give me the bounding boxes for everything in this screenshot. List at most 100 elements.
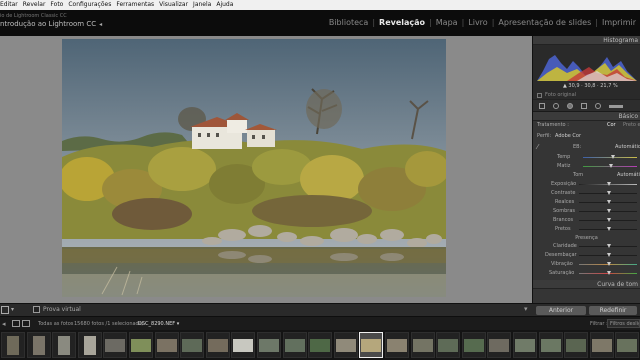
filmstrip-thumbnail[interactable] <box>308 332 332 358</box>
filmstrip-thumbnail[interactable] <box>206 332 230 358</box>
menu-item[interactable]: Configurações <box>68 1 111 8</box>
menu-item[interactable]: Ferramentas <box>116 1 154 8</box>
filmstrip-thumbnail[interactable] <box>462 332 486 358</box>
radial-filter-icon[interactable] <box>595 103 601 109</box>
wb-dropdown[interactable]: Automático <box>615 143 640 152</box>
module-tab[interactable]: Mapa <box>436 18 458 27</box>
clarity-slider-knob[interactable] <box>607 244 611 248</box>
filmstrip-thumbnail[interactable] <box>52 332 76 358</box>
menu-item[interactable]: Editar <box>0 1 18 8</box>
previous-button[interactable]: Anterior <box>536 306 586 315</box>
highlights-slider-knob[interactable] <box>607 200 611 204</box>
module-tab[interactable]: Apresentação de slides <box>498 18 591 27</box>
loupe-view-icon[interactable] <box>1 306 9 314</box>
before-after-icon[interactable]: ▾ <box>11 306 14 313</box>
clarity-slider-row[interactable]: Claridade <box>533 242 640 251</box>
treatment-color-option[interactable]: Cor <box>607 121 616 130</box>
clarity-label: Claridade <box>553 243 577 249</box>
filmstrip-thumbnail[interactable] <box>590 332 614 358</box>
filmstrip-thumbnail[interactable] <box>411 332 435 358</box>
menu-item[interactable]: Revelar <box>23 1 46 8</box>
filmstrip-thumbnail[interactable] <box>359 332 383 358</box>
secondary-window-icon[interactable]: ◂ <box>2 320 6 328</box>
exposure-slider-knob[interactable] <box>607 182 611 186</box>
blacks-slider-knob[interactable] <box>607 227 611 231</box>
filmstrip-thumbnail[interactable] <box>1 332 25 358</box>
highlights-slider-row[interactable]: Realces <box>533 198 640 207</box>
whites-slider-knob[interactable] <box>607 218 611 222</box>
saturation-slider-knob[interactable] <box>607 271 611 275</box>
filmstrip-thumbnail[interactable] <box>103 332 127 358</box>
filmstrip-thumbnail[interactable] <box>615 332 639 358</box>
adjustment-brush-icon[interactable] <box>609 105 623 108</box>
whites-slider-row[interactable]: Brancos <box>533 216 640 225</box>
basic-header[interactable]: Básico <box>533 112 640 121</box>
exposure-slider-row[interactable]: Exposição <box>533 180 640 189</box>
menu-item[interactable]: Foto <box>50 1 63 8</box>
soft-proof-checkbox[interactable] <box>33 306 40 313</box>
filmstrip-thumbnail[interactable] <box>155 332 179 358</box>
dehaze-slider-row[interactable]: Desembaçar <box>533 251 640 260</box>
red-eye-icon[interactable] <box>567 103 573 109</box>
original-photo-checkbox[interactable] <box>537 93 542 98</box>
treatment-bw-option[interactable]: Preto e b <box>623 121 640 130</box>
filmstrip-thumbnail[interactable] <box>283 332 307 358</box>
tint-slider-row[interactable]: Matiz <box>533 162 640 171</box>
filmstrip-thumbnail[interactable] <box>78 332 102 358</box>
vibrance-slider-knob[interactable] <box>607 262 611 266</box>
shadows-slider-row[interactable]: Sombras <box>533 207 640 216</box>
menu-item[interactable]: Janela <box>193 1 211 8</box>
graduated-filter-icon[interactable] <box>581 103 587 109</box>
filmstrip-thumbnail[interactable] <box>257 332 281 358</box>
original-photo-row[interactable]: Foto original <box>533 91 640 100</box>
filmstrip-thumbnail[interactable] <box>231 332 255 358</box>
filmstrip-filename[interactable]: DSC_8290.NEF ▾ <box>138 321 179 327</box>
blacks-slider-row[interactable]: Pretos <box>533 225 640 234</box>
menu-item[interactable]: Ajuda <box>216 1 233 8</box>
filmstrip-thumbnail[interactable] <box>539 332 563 358</box>
second-display-icon[interactable] <box>22 320 30 327</box>
temp-slider-track[interactable] <box>583 157 637 158</box>
toolbar-menu-chevron-icon[interactable]: ▾ <box>524 305 528 313</box>
module-tab[interactable]: Biblioteca <box>329 18 369 27</box>
vibrance-slider-row[interactable]: Vibração <box>533 260 640 269</box>
tint-slider-knob[interactable] <box>609 164 613 168</box>
filmstrip-thumbnail[interactable] <box>129 332 153 358</box>
filmstrip-source[interactable]: Todas as fotos <box>38 321 73 327</box>
presence-title: Presença <box>575 235 598 241</box>
tone-auto-button[interactable]: Automático <box>617 171 640 180</box>
filmstrip-thumbnail[interactable] <box>334 332 358 358</box>
module-tab[interactable]: Revelação <box>379 18 425 27</box>
crop-tool-icon[interactable] <box>539 103 545 109</box>
filmstrip[interactable] <box>0 330 640 360</box>
filmstrip-thumbnail[interactable] <box>385 332 409 358</box>
filmstrip-thumbnail[interactable] <box>436 332 460 358</box>
filmstrip-thumbnail[interactable] <box>180 332 204 358</box>
temp-slider-knob[interactable] <box>611 155 615 159</box>
menu-item[interactable]: Visualizar <box>159 1 188 8</box>
identity-title[interactable]: ntrodução ao Lightroom CC ◂ <box>0 20 102 28</box>
eyedropper-icon[interactable]: ⁄ <box>537 143 538 152</box>
contrast-slider-row[interactable]: Contraste <box>533 189 640 198</box>
temp-slider-row[interactable]: Temp <box>533 153 640 162</box>
shadows-slider-knob[interactable] <box>607 209 611 213</box>
filmstrip-thumbnail[interactable] <box>513 332 537 358</box>
histogram-header[interactable]: Histograma <box>533 36 640 45</box>
filmstrip-thumbnail[interactable] <box>564 332 588 358</box>
contrast-slider-knob[interactable] <box>607 191 611 195</box>
module-tab[interactable]: Livro <box>468 18 487 27</box>
profile-dropdown[interactable]: Adobe Cor <box>555 132 581 141</box>
filter-dropdown[interactable]: Filtros desligados <box>607 319 640 328</box>
spot-removal-icon[interactable] <box>553 103 559 109</box>
reset-button[interactable]: Redefinir <box>589 306 637 315</box>
module-tab[interactable]: Imprimir <box>602 18 636 27</box>
grid-view-icon[interactable] <box>12 320 20 327</box>
filmstrip-thumbnail[interactable] <box>487 332 511 358</box>
photo-preview[interactable] <box>62 39 446 297</box>
filmstrip-thumbnail[interactable] <box>27 332 51 358</box>
saturation-slider-row[interactable]: Saturação <box>533 269 640 278</box>
chevron-down-icon[interactable]: ◂ <box>99 21 102 28</box>
tone-curve-header[interactable]: Curva de tom <box>533 280 640 289</box>
dehaze-slider-knob[interactable] <box>607 253 611 257</box>
image-canvas[interactable] <box>0 36 532 303</box>
